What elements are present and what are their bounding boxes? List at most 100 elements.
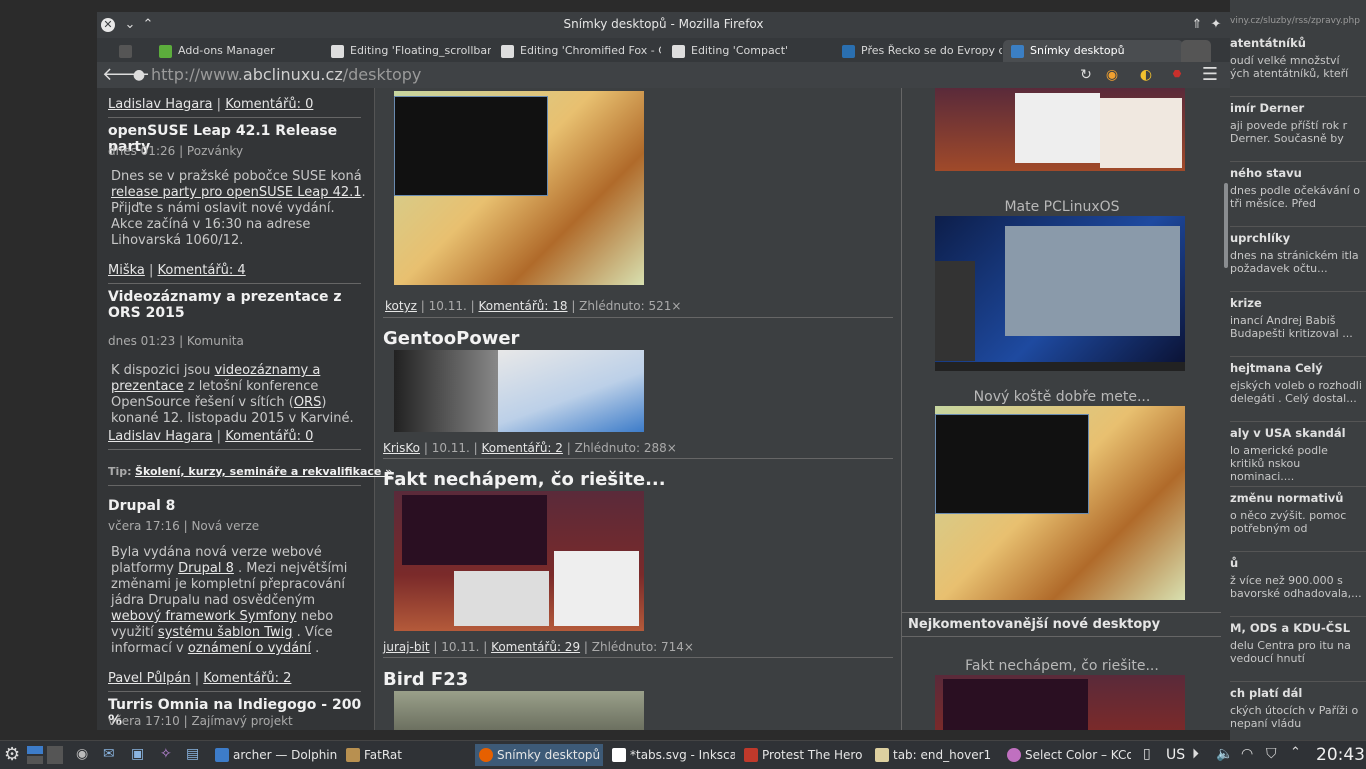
task-fatrat[interactable]: FatRat [342,744,470,766]
tab-compact[interactable]: Editing 'Compact' [672,40,832,62]
drupal-link[interactable]: Drupal 8 [178,561,234,576]
rss-item-title[interactable]: imír Derner [1230,101,1366,115]
rss-item-title[interactable]: aly v USA skandál [1230,426,1366,440]
tray-expand-icon[interactable]: ⌃ [1290,745,1301,760]
desktop-1-icon[interactable] [27,746,43,754]
app-icon[interactable]: ✧ [160,746,172,762]
back-icon[interactable]: 🡐 [102,66,150,84]
announcement-link[interactable]: oznámení o vydání [188,641,311,656]
ors-link[interactable]: ORS [294,395,322,410]
author-link[interactable]: KrisKo [383,441,420,455]
mail-icon[interactable]: ✉ [103,746,115,762]
media-play-icon[interactable]: ⏵ [1192,746,1199,762]
divider [108,691,361,692]
desktop-thumbnail[interactable] [394,350,644,432]
author-link[interactable]: juraj-bit [383,640,430,654]
menu-icon[interactable]: ☰ [1201,66,1219,84]
desktop-title[interactable]: Bird F23 [383,669,468,690]
comments-link[interactable]: Komentářů: 0 [225,429,313,444]
comments-link[interactable]: Komentářů: 0 [225,97,313,112]
author-link[interactable]: Pavel Půlpán [108,671,191,686]
desktop-title[interactable]: Fakt nechápem, čo riešite... [383,469,666,490]
date: 10.11. [431,441,470,455]
reload-icon[interactable]: ↻ [1077,66,1095,84]
rss-item-title[interactable]: krize [1230,296,1366,310]
desktop-thumbnail[interactable] [394,491,644,631]
desktop-2-icon[interactable] [27,756,43,764]
launcher-icon[interactable]: ◉ [76,746,88,762]
messenger-icon[interactable]: ▤ [186,746,199,762]
scrollbar-thumb[interactable] [1224,183,1228,268]
news-title[interactable]: Videozáznamy a prezentace z ORS 2015 [108,289,353,321]
clock[interactable]: 20:43 [1316,745,1365,765]
rss-item-title[interactable]: atentátníků [1230,36,1366,50]
tab-chromified-fox[interactable]: Editing 'Chromified Fox - C... [501,40,661,62]
comments-link[interactable]: Komentářů: 2 [203,671,291,686]
divider [1230,226,1366,227]
title-bar: ✕ ⌄ ⌃ Snímky desktopů - Mozilla Firefox … [97,12,1230,38]
news-footer: Miška | Komentářů: 4 [108,263,246,278]
comments-link[interactable]: Komentářů: 29 [491,640,580,654]
pin-icon[interactable]: ✦ [1207,16,1225,34]
tab-addons[interactable]: Add-ons Manager [159,40,319,62]
rss-item-title[interactable]: hejtmana Celý [1230,361,1366,375]
desktop-thumbnail[interactable] [935,406,1185,600]
desktop-3-icon[interactable] [47,746,63,764]
rss-item-title[interactable]: ného stavu [1230,166,1366,180]
divider [902,612,1222,613]
wifi-icon[interactable]: ◠ [1241,746,1253,762]
tab-recko[interactable]: Přes Řecko se do Evropy do... [842,40,1002,62]
tab-groups-icon[interactable] [119,40,139,62]
shield-icon[interactable]: ⛉ [1266,746,1277,762]
desktop-thumbnail[interactable] [935,216,1185,371]
comments-link[interactable]: Komentářů: 4 [158,263,246,278]
keyboard-layout[interactable]: US [1166,747,1185,763]
tip-link[interactable]: Školení, kurzy, semináře a rekvalifikace… [135,465,392,478]
volume-icon[interactable]: 🔈 [1216,746,1233,762]
symfony-link[interactable]: webový framework Symfony [111,609,297,624]
rss-item-title[interactable]: změnu normativů [1230,491,1366,505]
task-protest-the-hero[interactable]: Protest The Hero [740,744,866,766]
author-link[interactable]: Ladislav Hagara [108,97,213,112]
desktop-caption[interactable]: Nový koště dobře mete... [902,389,1222,405]
ublock-icon[interactable]: ⬣ [1168,66,1186,84]
desktop-thumbnail[interactable] [394,691,644,730]
desktop-thumbnail[interactable] [394,91,644,285]
extension-icon[interactable]: ◐ [1137,66,1155,84]
desktop-thumbnail[interactable] [935,675,1185,730]
divider [383,657,893,658]
rss-item-title[interactable]: uprchlíky [1230,231,1366,245]
desktop-thumbnail[interactable] [935,88,1185,171]
rss-item-title[interactable]: M, ODS a KDU-ČSL [1230,621,1366,635]
comments-link[interactable]: Komentářů: 18 [478,299,567,313]
news-title[interactable]: Drupal 8 [108,498,175,514]
new-tab-button[interactable] [1181,40,1211,62]
author-link[interactable]: kotyz [385,299,417,313]
release-party-link[interactable]: release party pro openSUSE Leap 42.1 [111,185,362,200]
twig-link[interactable]: systému šablon Twig [158,625,293,640]
rss-item-title[interactable]: ch platí dál [1230,686,1366,700]
tab-floating-scrollbars[interactable]: Editing 'Floating_scrollbars' [331,40,491,62]
task-inkscape[interactable]: *tabs.svg - Inkscap [608,744,735,766]
comments-link[interactable]: Komentářů: 2 [482,441,563,455]
task-dolphin[interactable]: archer — Dolphin [211,744,337,766]
rss-item-title[interactable]: ů [1230,556,1366,570]
author-link[interactable]: Ladislav Hagara [108,429,213,444]
kde-menu-icon[interactable]: ⚙ [4,744,20,765]
desktop-title[interactable]: GentooPower [383,328,519,349]
clipboard-icon[interactable]: ▯ [1143,746,1151,762]
url-bar[interactable]: http://www.abclinuxu.cz/desktopy [151,65,421,84]
chat-icon[interactable]: ▣ [131,746,144,762]
desktop-caption[interactable]: Mate PCLinuxOS [902,199,1222,215]
site-identity-icon[interactable]: ● [130,66,148,84]
navigation-bar: 🡐 ● http://www.abclinuxu.cz/desktopy ↻ ◉… [97,62,1230,88]
task-editor[interactable]: tab: end_hover1 [871,744,998,766]
task-firefox[interactable]: Snímky desktopů [475,744,603,766]
desktop-caption[interactable]: Fakt nechápem, čo riešite... [902,658,1222,674]
tab-snimky-desktopu[interactable]: Snímky desktopů [1003,40,1183,62]
scrollbar[interactable] [1221,88,1230,730]
keep-above-icon[interactable]: ⇑ [1188,16,1206,34]
rss-icon[interactable]: ◉ [1103,66,1121,84]
task-select-color[interactable]: Select Color – KCo [1003,744,1131,766]
author-link[interactable]: Miška [108,263,145,278]
